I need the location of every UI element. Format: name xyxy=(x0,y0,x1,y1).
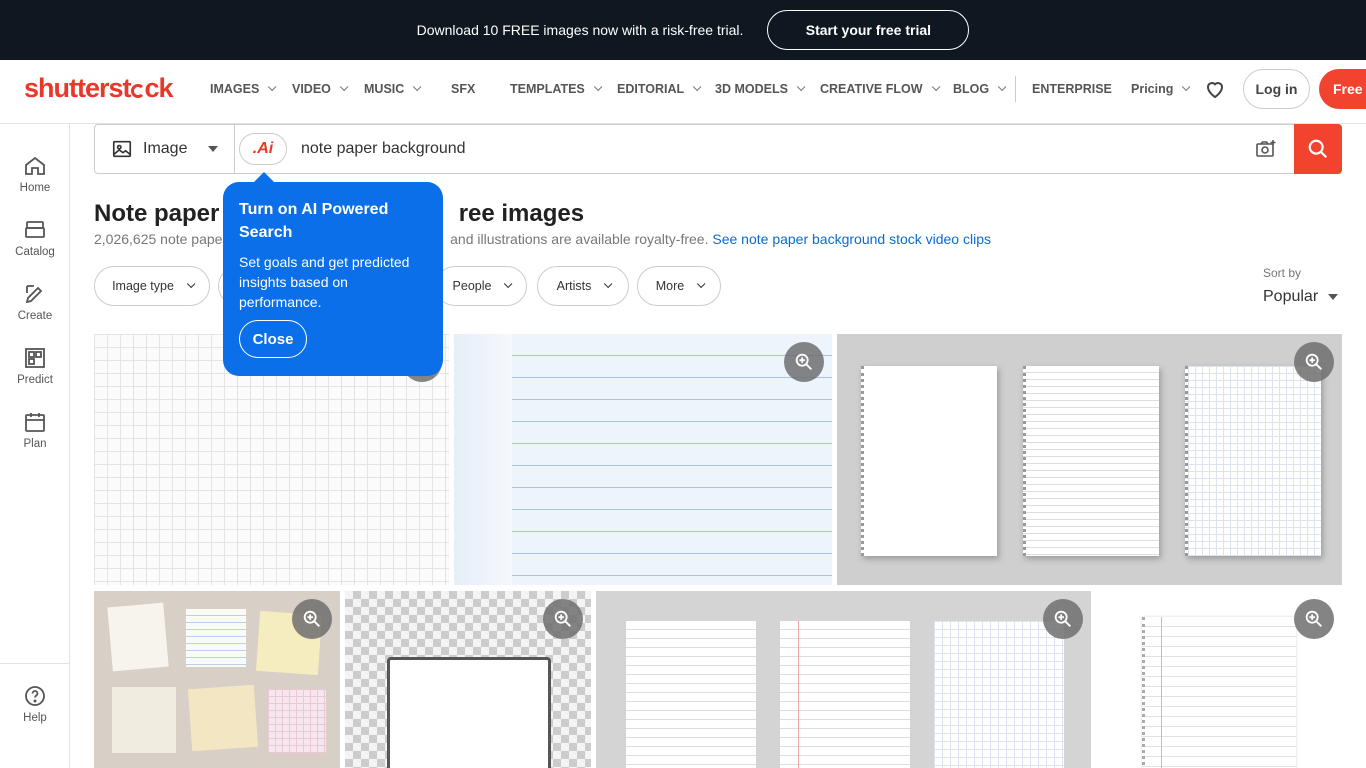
search-button[interactable] xyxy=(1294,124,1342,174)
zoom-icon[interactable] xyxy=(1294,342,1334,382)
nav-templates[interactable]: TEMPLATES xyxy=(510,82,603,96)
sidebar-divider xyxy=(0,663,69,664)
sidebar-item-create[interactable]: Create xyxy=(0,282,70,322)
search-input[interactable]: note paper background xyxy=(301,140,1254,158)
page-blank xyxy=(861,366,997,556)
promo-banner: Download 10 FREE images now with a risk-… xyxy=(0,0,1366,60)
result-image-spiral-page[interactable] xyxy=(1096,591,1342,768)
nav-editorial[interactable]: EDITORIAL xyxy=(617,82,702,96)
caret-down-icon xyxy=(1328,294,1339,300)
calendar-icon xyxy=(25,413,45,432)
predict-icon xyxy=(25,348,45,368)
free-trial-button[interactable]: Free t xyxy=(1319,69,1366,109)
sheet-margin xyxy=(780,621,910,768)
sidebar-item-label: Create xyxy=(17,310,53,322)
sidebar-item-label: Catalog xyxy=(15,246,55,258)
filter-image-type[interactable]: Image type xyxy=(94,266,210,306)
heart-icon[interactable] xyxy=(1203,77,1227,101)
sidebar-item-plan[interactable]: Plan xyxy=(0,410,70,450)
sidebar-item-help[interactable]: Help xyxy=(0,684,70,724)
result-image-notebook-sheets[interactable] xyxy=(596,591,1091,768)
search-bar: Image .Ai note paper background xyxy=(94,124,1342,174)
nav-images[interactable]: IMAGES xyxy=(210,82,277,96)
spiral-sheet xyxy=(1142,617,1296,768)
shutterstock-logo[interactable]: shutterst ck xyxy=(24,73,174,104)
image-icon xyxy=(112,140,132,158)
nav-pricing[interactable]: Pricing xyxy=(1131,82,1191,96)
nav-video[interactable]: VIDEO xyxy=(292,82,349,96)
sidebar-item-predict[interactable]: Predict xyxy=(0,346,70,386)
search-icon xyxy=(1308,139,1328,159)
sort-label: Sort by xyxy=(1263,266,1302,280)
note xyxy=(187,684,259,752)
sheet-lined xyxy=(626,621,756,768)
zoom-icon[interactable] xyxy=(292,599,332,639)
result-image-torn-paper[interactable] xyxy=(345,591,591,768)
popup-title: Turn on AI Powered Search xyxy=(239,201,389,241)
filter-more[interactable]: More xyxy=(637,266,721,306)
ai-search-toggle[interactable]: .Ai xyxy=(239,133,287,165)
result-image-sticky-notes[interactable] xyxy=(94,591,340,768)
nav-divider xyxy=(1015,76,1016,102)
nav-music[interactable]: MUSIC xyxy=(364,82,422,96)
help-icon xyxy=(25,686,45,706)
caret-down-icon xyxy=(208,146,218,152)
sidebar-item-label: Help xyxy=(23,712,47,724)
result-image-three-pages[interactable] xyxy=(837,334,1342,585)
ai-search-popup: Turn on AI Powered Search Set goals and … xyxy=(223,182,443,376)
note xyxy=(268,689,326,753)
page-lined xyxy=(1023,366,1159,556)
sort-dropdown[interactable]: Popular xyxy=(1263,288,1339,306)
sidebar-item-label: Home xyxy=(19,182,51,194)
nav-creative-flow[interactable]: CREATIVE FLOW xyxy=(820,82,940,96)
zoom-icon[interactable] xyxy=(1294,599,1334,639)
nav-sfx[interactable]: SFX xyxy=(451,82,475,96)
notebook-gutter xyxy=(454,334,512,585)
popup-close-button[interactable]: Close xyxy=(239,320,307,358)
media-type-value: Image xyxy=(143,140,188,157)
nav-enterprise[interactable]: ENTERPRISE xyxy=(1032,82,1112,96)
sheet-grid xyxy=(934,621,1064,768)
filter-people[interactable]: People xyxy=(435,266,527,306)
sidebar-item-home[interactable]: Home xyxy=(0,154,70,194)
start-trial-button[interactable]: Start your free trial xyxy=(767,10,970,50)
zoom-icon[interactable] xyxy=(784,342,824,382)
nav-3d-models[interactable]: 3D MODELS xyxy=(715,82,806,96)
camera-search-icon[interactable] xyxy=(1254,137,1278,161)
left-sidebar: Home Catalog Create Predict Plan Help xyxy=(0,124,70,768)
note xyxy=(186,609,246,667)
create-icon xyxy=(25,285,43,304)
promo-text: Download 10 FREE images now with a risk-… xyxy=(416,22,744,38)
popup-body: Set goals and get predicted insights bas… xyxy=(239,254,410,310)
media-type-select[interactable]: Image xyxy=(95,125,235,173)
login-button[interactable]: Log in xyxy=(1243,69,1310,109)
zoom-icon[interactable] xyxy=(1043,599,1083,639)
nav-blog[interactable]: BLOG xyxy=(953,82,1007,96)
video-clips-link[interactable]: See note paper background stock video cl… xyxy=(712,231,991,247)
top-navigation: shutterst ck IMAGES VIDEO MUSIC SFX TEMPL… xyxy=(0,60,1366,124)
note xyxy=(107,602,169,672)
zoom-icon[interactable] xyxy=(543,599,583,639)
sidebar-item-label: Predict xyxy=(17,374,53,386)
home-icon xyxy=(25,156,45,175)
filter-artists[interactable]: Artists xyxy=(537,266,629,306)
result-image-lined-notebook[interactable] xyxy=(454,334,832,585)
note xyxy=(112,687,176,753)
torn-sheet xyxy=(387,657,551,768)
sidebar-item-label: Plan xyxy=(23,438,47,450)
catalog-icon xyxy=(25,221,45,238)
sidebar-item-catalog[interactable]: Catalog xyxy=(0,218,70,258)
page-grid xyxy=(1185,366,1321,556)
